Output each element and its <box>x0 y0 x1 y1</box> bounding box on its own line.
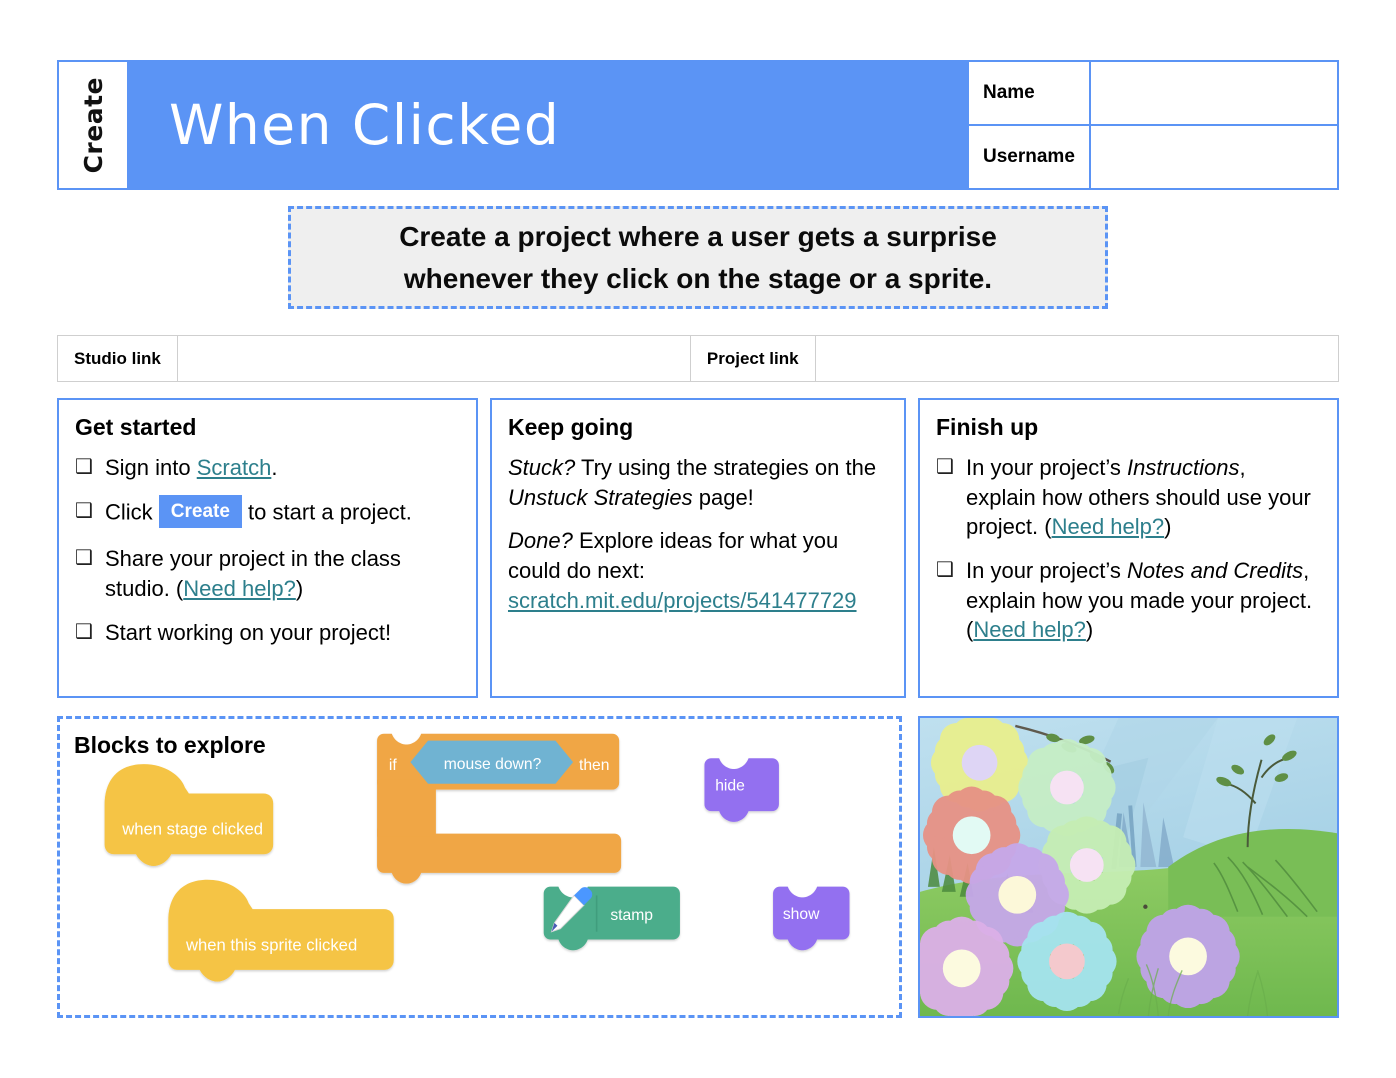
stuck-rest: Try using the strategies on the <box>575 455 877 480</box>
need-help-link[interactable]: Need help? <box>1052 514 1165 539</box>
item-post: ) <box>1164 514 1172 540</box>
studio-link-input[interactable] <box>178 336 691 381</box>
list-item-text: In your project’s Instructions, explain … <box>966 453 1321 542</box>
item-post: ) <box>1085 617 1094 643</box>
list-item: ❑ In your project’s Notes and Credits, e… <box>936 556 1321 645</box>
get-started-title: Get started <box>75 414 197 440</box>
item-post: . <box>271 455 278 480</box>
studio-link-label: Studio link <box>58 336 178 381</box>
keep-going-done: Done? Explore ideas for what you could d… <box>508 526 888 615</box>
list-item-text: Start working on your project! <box>105 619 392 645</box>
block-label: when stage clicked <box>121 820 263 839</box>
list-item: ❑ Share your project in the class studio… <box>75 544 460 603</box>
header-tab-label: Create <box>78 76 108 174</box>
block-stamp[interactable]: stamp <box>543 886 680 951</box>
username-row: Username <box>969 126 1337 188</box>
keep-going-title: Keep going <box>507 414 634 440</box>
checkbox-icon[interactable]: ❑ <box>75 497 105 531</box>
list-item-text: In your project’s Notes and Credits, exp… <box>966 556 1321 645</box>
block-when-this-sprite-clicked[interactable]: when this sprite clicked <box>168 879 394 982</box>
header-fields: Name Username <box>967 62 1337 188</box>
header-title-area: When Clicked <box>129 62 967 188</box>
checkbox-icon[interactable]: ❑ <box>936 556 966 645</box>
keep-going-stuck: Stuck? Try using the strategies on the U… <box>508 453 888 512</box>
page-title: When Clicked <box>169 93 561 157</box>
item-pre: Sign into <box>105 455 197 480</box>
list-item-text: Sign into Scratch. <box>105 453 460 483</box>
get-started-list: ❑ Sign into Scratch. ❑ Click Create to s… <box>75 453 460 647</box>
header-bar: Create When Clicked Name Username <box>57 60 1339 190</box>
item-post: ) <box>295 576 304 602</box>
card-get-started: Get started ❑ Sign into Scratch. ❑ Click… <box>57 398 478 698</box>
block-label: show <box>783 906 820 923</box>
unstuck-strategies-emphasis: Unstuck Strategies <box>507 484 693 510</box>
name-input[interactable] <box>1091 62 1337 124</box>
item-pre: In your project’s <box>966 455 1128 480</box>
block-label: stamp <box>610 907 653 924</box>
item-pre: Click <box>105 499 159 525</box>
done-emphasis: Done? <box>507 528 573 554</box>
links-table: Studio link Project link <box>57 335 1339 382</box>
block-mouse-down[interactable]: mouse down? <box>410 740 574 784</box>
checkbox-icon[interactable]: ❑ <box>75 618 105 648</box>
name-label: Name <box>969 62 1091 124</box>
task-cards: Get started ❑ Sign into Scratch. ❑ Click… <box>57 398 1339 698</box>
worksheet-page: Create When Clicked Name Username Create… <box>0 0 1396 1078</box>
prompt-box: Create a project where a user gets a sur… <box>288 206 1108 309</box>
prompt-text: Create a project where a user gets a sur… <box>381 216 1015 300</box>
need-help-link[interactable]: Need help? <box>973 617 1086 642</box>
block-label: mouse down? <box>444 756 542 773</box>
block-label: when this sprite clicked <box>185 935 357 954</box>
create-button-badge[interactable]: Create <box>158 494 242 529</box>
block-show[interactable]: show <box>773 886 850 951</box>
stuck-emphasis: Stuck? <box>507 455 576 480</box>
prompt-line-2: whenever they click on the stage or a sp… <box>403 262 993 294</box>
card-finish-up: Finish up ❑ In your project’s Instructio… <box>918 398 1339 698</box>
username-input[interactable] <box>1091 126 1337 188</box>
list-item: ❑ In your project’s Instructions, explai… <box>936 453 1321 542</box>
finish-up-list: ❑ In your project’s Instructions, explai… <box>936 453 1321 645</box>
list-item: ❑ Start working on your project! <box>75 618 460 648</box>
checkbox-icon[interactable]: ❑ <box>75 544 105 603</box>
block-hide[interactable]: hide <box>704 758 779 822</box>
card-keep-going: Keep going Stuck? Try using the strategi… <box>489 398 906 698</box>
scratch-link[interactable]: Scratch <box>197 455 272 480</box>
finish-up-title: Finish up <box>936 414 1039 440</box>
checkbox-icon[interactable]: ❑ <box>75 453 105 483</box>
list-item: ❑ Sign into Scratch. <box>75 453 460 483</box>
small-bug <box>1143 904 1148 909</box>
block-label-then: then <box>579 757 610 774</box>
item-pre: In your project’s <box>966 558 1128 584</box>
garden-illustration <box>920 718 1337 1016</box>
stuck-tail: page! <box>692 484 754 510</box>
need-help-link[interactable]: Need help? <box>183 576 296 601</box>
name-row: Name <box>969 62 1337 126</box>
blocks-illustration: when stage clicked when this sprite clic… <box>104 733 850 982</box>
notes-credits-emphasis: Notes and Credits <box>1127 558 1304 584</box>
checkbox-icon[interactable]: ❑ <box>936 453 966 542</box>
instructions-emphasis: Instructions <box>1127 455 1240 480</box>
block-if-then[interactable]: if then mouse down? <box>377 733 622 884</box>
username-label: Username <box>969 126 1091 188</box>
list-item-text: Click Create to start a project. <box>105 494 460 531</box>
project-thumbnail <box>918 716 1339 1018</box>
header-create-tab: Create <box>59 62 129 188</box>
project-ideas-link[interactable]: scratch.mit.edu/projects/541477729 <box>508 588 857 613</box>
block-label-if: if <box>389 757 397 774</box>
project-link-label: Project link <box>691 336 816 381</box>
project-link-input[interactable] <box>816 336 1338 381</box>
block-label: hide <box>715 778 745 795</box>
list-item: ❑ Click Create to start a project. <box>75 494 460 531</box>
block-when-stage-clicked[interactable]: when stage clicked <box>104 764 274 867</box>
list-item-text: Share your project in the class studio. … <box>105 544 460 603</box>
item-post: to start a project. <box>241 499 412 525</box>
prompt-line-1: Create a project where a user gets a sur… <box>399 220 997 252</box>
blocks-to-explore-panel: Blocks to explore when stage clicked whe… <box>57 716 902 1018</box>
